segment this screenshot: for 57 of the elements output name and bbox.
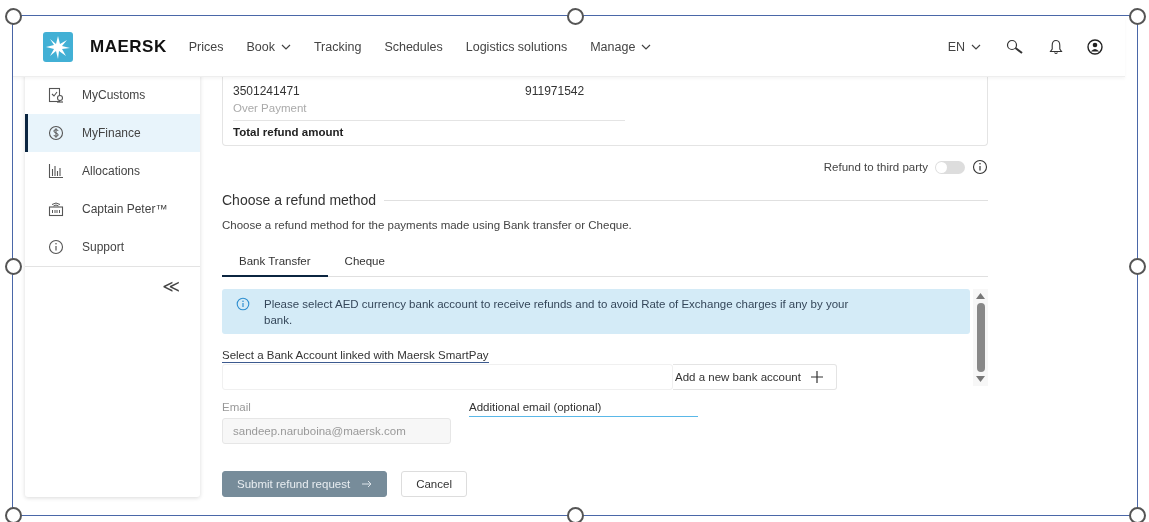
sidebar-item[interactable]: Captain Peter™	[25, 190, 200, 228]
toggle-label: Refund to third party	[823, 161, 928, 173]
scroll-up-icon[interactable]	[976, 292, 985, 299]
tab[interactable]: Cheque	[327, 249, 402, 277]
search-icon[interactable]	[1005, 38, 1025, 55]
tab[interactable]: Bank Transfer	[222, 249, 328, 277]
resize-handle[interactable]	[1129, 257, 1146, 275]
total-label: Total refund amount	[233, 126, 345, 138]
resize-handle[interactable]	[567, 8, 584, 25]
field-label: Additional email (optional)	[469, 400, 698, 417]
toggle-switch[interactable]	[935, 160, 965, 174]
nav-link[interactable]: Schedules	[384, 39, 443, 54]
caret-icon	[971, 42, 981, 51]
section-title: Choose a refund method	[222, 192, 377, 208]
bell-icon[interactable]	[1049, 38, 1063, 55]
nav-link[interactable]: Manage	[590, 39, 652, 54]
arrow-right-icon	[362, 479, 373, 488]
resize-handle[interactable]	[1129, 507, 1146, 522]
device-icon	[48, 201, 64, 217]
sidebar-item[interactable]: Allocations	[25, 152, 200, 190]
resize-handle[interactable]	[5, 257, 22, 275]
table-cell: Over Payment	[233, 102, 625, 121]
table-cell-text: 3501241471	[233, 84, 301, 98]
resize-handle[interactable]	[1129, 8, 1146, 25]
brand-name: MAERSK	[90, 36, 167, 57]
dollar-coin-icon	[48, 125, 64, 141]
resize-handle[interactable]	[567, 507, 584, 522]
star-logo-icon	[43, 31, 73, 62]
user-icon[interactable]	[1087, 38, 1103, 55]
table-cell: 911971542	[525, 84, 585, 98]
info-icon	[236, 296, 250, 311]
nav-link[interactable]: Book	[246, 39, 291, 54]
cancel-button[interactable]: Cancel	[401, 470, 467, 497]
nav-link[interactable]: Logistics solutions	[465, 39, 568, 54]
nav-link[interactable]: Prices	[188, 39, 224, 54]
scroll-down-icon[interactable]	[976, 375, 985, 382]
scrollbar[interactable]	[973, 288, 988, 386]
plus-icon	[810, 370, 823, 383]
resize-handle[interactable]	[5, 507, 22, 522]
bar-chart-icon	[48, 163, 64, 179]
sidebar-item[interactable]: Support	[25, 228, 200, 266]
document-stamp-icon	[48, 87, 64, 103]
bank-account-field[interactable]	[222, 363, 673, 390]
field-label: Select a Bank Account linked with Maersk SmartPay	[222, 348, 489, 363]
notice-text: Please select AED currency bank account to receive refunds and to avoid Rate of Exchange charges if any by your bank.	[264, 296, 849, 328]
language-selector[interactable]: EN	[947, 39, 981, 54]
info-icon	[48, 239, 64, 255]
resize-handle[interactable]	[5, 8, 22, 25]
section-description: Choose a refund method for the payments made using Bank transfer or Cheque.	[222, 219, 633, 231]
scrollbar-thumb[interactable]	[976, 302, 985, 372]
field-label: Email	[222, 400, 252, 413]
nav-link[interactable]: Tracking	[313, 39, 362, 54]
collapse-button[interactable]: ≪	[162, 275, 180, 296]
add-bank-account-button[interactable]: Add a new bank account	[673, 363, 837, 390]
sidebar-item[interactable]: MyCustoms	[25, 76, 200, 114]
info-icon[interactable]	[972, 159, 988, 175]
sidebar-item[interactable]: MyFinance	[25, 114, 200, 152]
